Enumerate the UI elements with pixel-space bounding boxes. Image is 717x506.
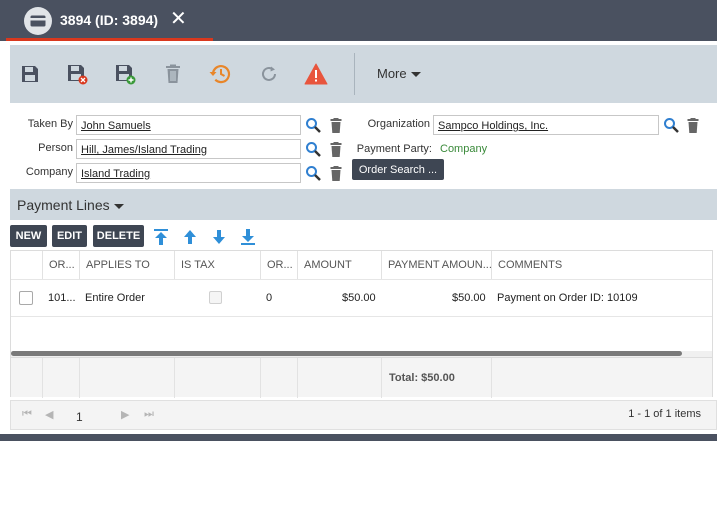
chevron-down-icon <box>410 72 421 78</box>
tab-title: 3894 (ID: 3894) <box>60 12 159 28</box>
pager: ⏮ ◀ 1 ▶ ⏭ 1 - 1 of 1 items <box>10 400 717 430</box>
move-top-icon[interactable] <box>152 228 170 246</box>
footer-divider <box>174 358 175 398</box>
move-up-icon[interactable] <box>181 228 199 246</box>
more-label: More <box>377 66 407 81</box>
move-down-icon[interactable] <box>210 228 228 246</box>
column-header-is-tax[interactable]: IS TAX <box>174 251 260 279</box>
organization-field[interactable]: Sampco Holdings, Inc. <box>433 115 659 135</box>
footer-divider <box>42 358 43 398</box>
column-header-payment-amount[interactable]: PAYMENT AMOUN... <box>381 251 491 279</box>
footer-divider <box>79 358 80 398</box>
order-payment-form: Taken By John Samuels Person Hill, James… <box>10 103 717 189</box>
refresh-icon[interactable] <box>256 61 282 87</box>
close-icon[interactable]: ✕ <box>170 9 187 29</box>
last-page-icon[interactable]: ⏭ <box>144 408 154 421</box>
clear-icon[interactable] <box>685 117 701 133</box>
bottom-bar <box>0 434 717 441</box>
cell-payment-amount: $50.00 <box>452 292 486 304</box>
person-label: Person <box>38 142 73 154</box>
chevron-down-icon <box>113 203 124 209</box>
footer-divider <box>491 358 492 398</box>
total-amount: Total: $50.00 <box>389 372 455 384</box>
credit-card-icon <box>24 7 52 35</box>
move-bottom-icon[interactable] <box>239 228 257 246</box>
person-field[interactable]: Hill, James/Island Trading <box>76 139 301 159</box>
more-menu-button[interactable]: More <box>377 66 421 81</box>
order-search-button[interactable]: Order Search ... <box>352 159 444 180</box>
payment-lines-header[interactable]: Payment Lines <box>10 189 717 220</box>
cell-applies-to: Entire Order <box>85 292 145 304</box>
cell-amount: $50.00 <box>342 292 376 304</box>
search-icon[interactable] <box>305 117 321 133</box>
table-row[interactable]: 101... Entire Order 0 $50.00 $50.00 Paym… <box>11 279 712 317</box>
save-icon[interactable] <box>17 61 43 87</box>
payment-party-value: Company <box>440 143 488 155</box>
footer-divider <box>297 358 298 398</box>
column-header-order[interactable]: OR... <box>42 251 79 279</box>
scrollbar-thumb[interactable] <box>11 351 682 356</box>
edit-button[interactable]: EDIT <box>52 225 87 247</box>
row-select-checkbox[interactable] <box>19 291 33 305</box>
search-icon[interactable] <box>305 165 321 181</box>
grid-toolbar: NEW EDIT DELETE <box>10 224 717 250</box>
clear-icon[interactable] <box>328 117 344 133</box>
next-page-icon[interactable]: ▶ <box>121 408 129 421</box>
delete-button[interactable]: DELETE <box>93 225 144 247</box>
current-page[interactable]: 1 <box>76 410 83 424</box>
company-label: Company <box>25 166 73 178</box>
search-icon[interactable] <box>305 141 321 157</box>
trash-icon[interactable] <box>160 61 186 87</box>
clear-icon[interactable] <box>328 141 344 157</box>
column-header-applies-to[interactable]: APPLIES TO <box>79 251 174 279</box>
taken-by-field[interactable]: John Samuels <box>76 115 301 135</box>
first-page-icon[interactable]: ⏮ <box>22 408 32 421</box>
pager-info: 1 - 1 of 1 items <box>628 408 701 420</box>
column-header-comments[interactable]: COMMENTS <box>491 251 712 279</box>
save-and-close-icon[interactable] <box>64 61 90 87</box>
new-button[interactable]: NEW <box>10 225 47 247</box>
tab-bar: 3894 (ID: 3894) ✕ <box>0 0 717 41</box>
clear-icon[interactable] <box>328 165 344 181</box>
previous-page-icon[interactable]: ◀ <box>45 408 53 421</box>
payment-party-label: Payment Party: <box>356 143 432 155</box>
organization-label: Organization <box>367 118 430 130</box>
footer-divider <box>381 358 382 398</box>
column-header-amount[interactable]: AMOUNT <box>297 251 381 279</box>
grid-footer: Total: $50.00 <box>11 357 712 398</box>
cell-or: 0 <box>266 292 273 304</box>
history-icon[interactable] <box>207 61 233 87</box>
payment-lines-grid: OR... APPLIES TO IS TAX OR... AMOUNT PAY… <box>10 250 713 398</box>
record-tab[interactable]: 3894 (ID: 3894) ✕ <box>6 0 213 41</box>
column-header-or[interactable]: OR... <box>260 251 297 279</box>
taken-by-label: Taken By <box>27 118 73 130</box>
payment-lines-title: Payment Lines <box>17 197 124 213</box>
cell-comments: Payment on Order ID: 10109 <box>497 292 638 304</box>
save-and-new-icon[interactable] <box>112 61 138 87</box>
warning-icon[interactable] <box>303 61 329 87</box>
company-field[interactable]: Island Trading <box>76 163 301 183</box>
cell-order: 101... <box>48 292 76 304</box>
search-icon[interactable] <box>663 117 679 133</box>
footer-divider <box>260 358 261 398</box>
is-tax-checkbox <box>209 291 222 304</box>
toolbar: More <box>10 45 717 103</box>
toolbar-divider <box>354 53 355 95</box>
